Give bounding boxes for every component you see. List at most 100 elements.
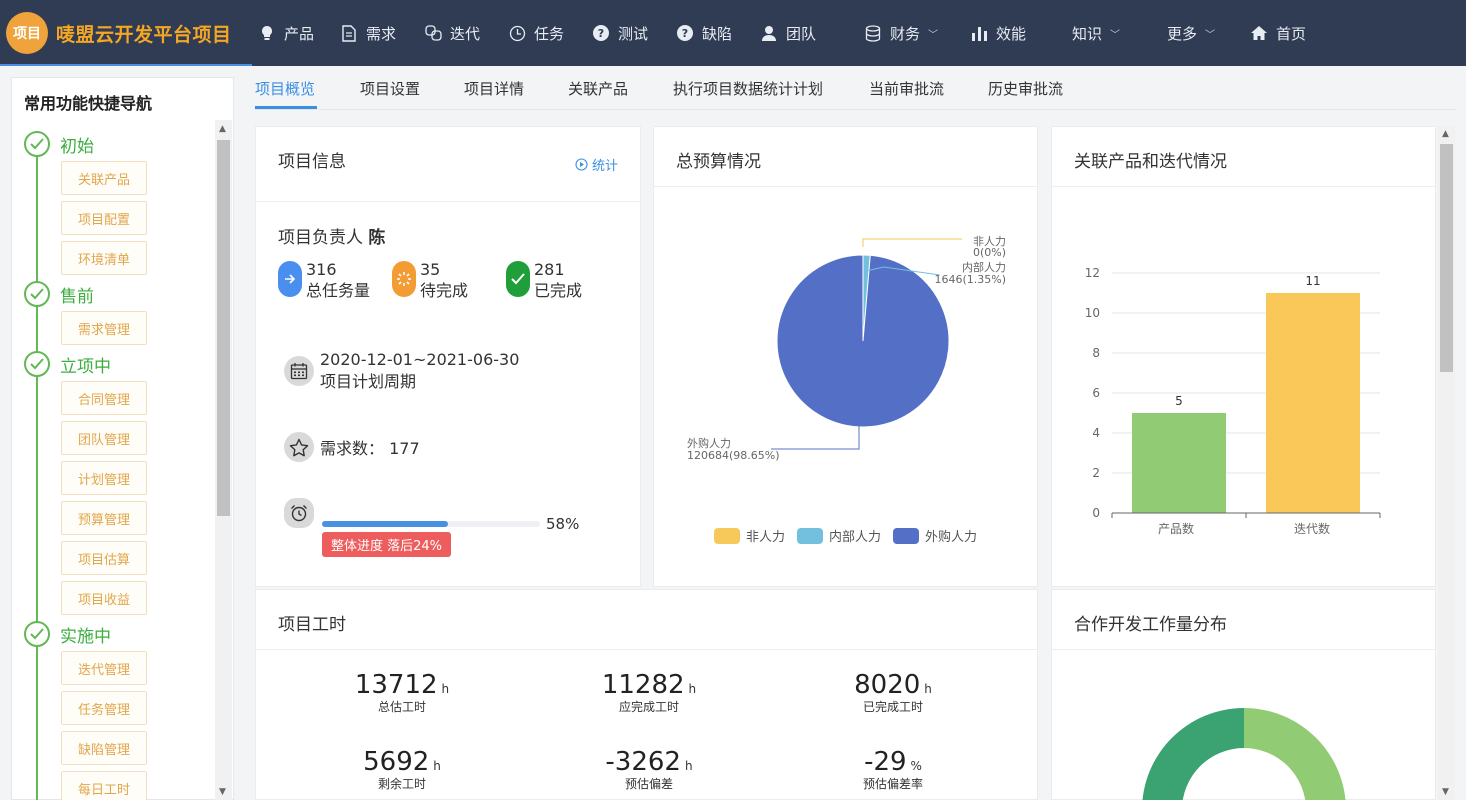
nav-item-product[interactable]: 产品 bbox=[258, 21, 314, 45]
progress-fill bbox=[322, 521, 449, 527]
bar[interactable] bbox=[1132, 413, 1226, 513]
tab-statistics-plan[interactable]: 执行项目数据统计计划 bbox=[673, 78, 823, 99]
brand-title: 唛盟云开发平台项目 bbox=[56, 23, 232, 46]
stage-item-estimation[interactable]: 项目估算 bbox=[61, 541, 147, 575]
kpi-label: 已完成 bbox=[534, 281, 583, 300]
tab-details[interactable]: 项目详情 bbox=[464, 78, 524, 99]
navbar-accent-line bbox=[0, 64, 252, 66]
nav-item-requirement[interactable]: 需求 bbox=[340, 21, 396, 45]
stage-item-project-config[interactable]: 项目配置 bbox=[61, 201, 147, 235]
kpi-label: 待完成 bbox=[420, 281, 469, 300]
quick-nav-title: 常用功能快捷导航 bbox=[24, 94, 153, 113]
nav-item-team[interactable]: 团队 bbox=[760, 21, 816, 45]
document-icon bbox=[340, 24, 358, 42]
scrollbar-thumb[interactable] bbox=[1440, 144, 1453, 372]
hours-unit: h bbox=[433, 759, 441, 773]
coop-donut-chart bbox=[1142, 708, 1346, 800]
stage-item-related-product[interactable]: 关联产品 bbox=[61, 161, 147, 195]
tab-settings[interactable]: 项目设置 bbox=[360, 78, 420, 99]
legend-item-internal[interactable]: 内部人力 bbox=[797, 526, 881, 545]
stage-item-contract-mgmt[interactable]: 合同管理 bbox=[61, 381, 147, 415]
nav-item-test[interactable]: ? 测试 bbox=[592, 21, 648, 45]
kpi-completed: 281 已完成 bbox=[506, 259, 582, 301]
card-title: 合作开发工作量分布 bbox=[1074, 615, 1227, 635]
stage-item-requirement-mgmt[interactable]: 需求管理 bbox=[61, 311, 147, 345]
donut-segment bbox=[1142, 708, 1244, 800]
home-icon bbox=[1250, 24, 1268, 42]
bar[interactable] bbox=[1266, 293, 1360, 513]
stage-item-env-list[interactable]: 环境清单 bbox=[61, 241, 147, 275]
stage-item-revenue[interactable]: 项目收益 bbox=[61, 581, 147, 615]
hours-unit: h bbox=[684, 759, 693, 773]
nav-item-task[interactable]: 任务 bbox=[508, 21, 564, 45]
nav-item-defect[interactable]: ? 缺陷 bbox=[676, 21, 732, 45]
nav-label: 任务 bbox=[534, 24, 565, 43]
hours-label: 预估偏差 bbox=[624, 777, 673, 791]
scroll-down-icon[interactable]: ▼ bbox=[1442, 787, 1449, 797]
kpi-value: 35 bbox=[420, 260, 441, 279]
scroll-up-icon[interactable]: ▲ bbox=[1442, 129, 1449, 139]
bar-chart-icon bbox=[970, 24, 988, 42]
nav-item-knowledge[interactable]: 知识 ﹀ bbox=[1072, 21, 1120, 45]
question-icon: ? bbox=[676, 24, 694, 42]
hours-unit: h bbox=[688, 682, 697, 696]
nav-item-finance[interactable]: 财务 ﹀ bbox=[864, 21, 938, 45]
progress-percent: 58% bbox=[546, 515, 580, 533]
owner-label: 项目负责人 bbox=[278, 228, 363, 248]
stage-item-daily-hours[interactable]: 每日工时 bbox=[61, 771, 147, 800]
stage-item-team-mgmt[interactable]: 团队管理 bbox=[61, 421, 147, 455]
stage-implementing[interactable]: 实施中 bbox=[24, 621, 111, 647]
scroll-down-icon[interactable]: ▼ bbox=[219, 787, 226, 797]
svg-text:?: ? bbox=[598, 27, 604, 40]
stage-item-defect-mgmt[interactable]: 缺陷管理 bbox=[61, 731, 147, 765]
question-icon: ? bbox=[592, 24, 610, 42]
stage-presales[interactable]: 售前 bbox=[24, 281, 94, 307]
legend-swatch bbox=[893, 527, 920, 544]
stage-item-iteration-mgmt[interactable]: 迭代管理 bbox=[61, 651, 147, 685]
pie-label-external-value: 120684(98.65%) bbox=[687, 449, 780, 462]
plan-period-label: 项目计划周期 bbox=[320, 372, 417, 391]
tab-overview[interactable]: 项目概览 bbox=[255, 78, 315, 99]
brand-badge: 项目 bbox=[6, 12, 48, 54]
hours-unit: h bbox=[924, 682, 932, 696]
stage-initial[interactable]: 初始 bbox=[24, 131, 94, 157]
stage-item-budget-mgmt[interactable]: 预算管理 bbox=[61, 501, 147, 535]
nav-label: 效能 bbox=[996, 24, 1027, 43]
stage-item-task-mgmt[interactable]: 任务管理 bbox=[61, 691, 147, 725]
tab-history-approval[interactable]: 历史审批流 bbox=[988, 78, 1063, 99]
hours-deviation-rate: -29% 预估偏差率 bbox=[803, 747, 983, 792]
check-icon bbox=[24, 131, 50, 157]
y-tick-label: 10 bbox=[1085, 306, 1100, 320]
legend-item-nonlabor[interactable]: 非人力 bbox=[714, 526, 785, 545]
statistics-link-label: 统计 bbox=[591, 159, 618, 174]
statistics-link[interactable]: 统计 bbox=[575, 155, 618, 174]
brand[interactable]: 项目 唛盟云开发平台项目 bbox=[6, 12, 232, 54]
stage-initiation[interactable]: 立项中 bbox=[24, 351, 111, 377]
tab-current-approval[interactable]: 当前审批流 bbox=[869, 78, 944, 99]
stage-label: 售前 bbox=[60, 286, 94, 307]
scrollbar-thumb[interactable] bbox=[217, 140, 230, 516]
kpi-total-tasks: 316 总任务量 bbox=[278, 259, 370, 301]
clock-icon bbox=[508, 24, 526, 42]
hours-completed: 8020 h 已完成工时 bbox=[803, 670, 983, 715]
tab-bar: 项目概览 项目设置 项目详情 关联产品 执行项目数据统计计划 当前审批流 历史审… bbox=[255, 66, 1456, 110]
nav-item-iteration[interactable]: 迭代 bbox=[424, 21, 480, 45]
tab-related-products[interactable]: 关联产品 bbox=[568, 78, 628, 99]
kpi-pending: 35 待完成 bbox=[392, 259, 468, 301]
legend-swatch bbox=[714, 527, 740, 544]
pie-slice[interactable] bbox=[776, 254, 950, 428]
nav-item-home[interactable]: 首页 bbox=[1250, 21, 1306, 45]
x-category-label: 迭代数 bbox=[1294, 521, 1330, 536]
nav-item-efficiency[interactable]: 效能 bbox=[970, 21, 1026, 45]
stage-label: 立项中 bbox=[60, 356, 111, 377]
nav-item-more[interactable]: 更多 ﹀ bbox=[1167, 21, 1215, 45]
stage-item-plan-mgmt[interactable]: 计划管理 bbox=[61, 461, 147, 495]
legend-label: 外购人力 bbox=[925, 530, 978, 545]
legend-item-external[interactable]: 外购人力 bbox=[893, 526, 977, 545]
related-bar-chart: 0 2 4 6 8 10 12 5 11 产品数 迭代数 bbox=[1085, 266, 1381, 536]
sidebar-scrollbar[interactable]: ▲ ▼ bbox=[215, 120, 232, 800]
work-hours-card: 项目工时 13712 h 总估工时 11282 h 应完成工时 8020 h 已完成工… bbox=[255, 589, 1038, 800]
main-scrollbar[interactable]: ▲ ▼ bbox=[1438, 126, 1455, 800]
card-divider bbox=[654, 186, 1037, 187]
scroll-up-icon[interactable]: ▲ bbox=[219, 124, 226, 134]
